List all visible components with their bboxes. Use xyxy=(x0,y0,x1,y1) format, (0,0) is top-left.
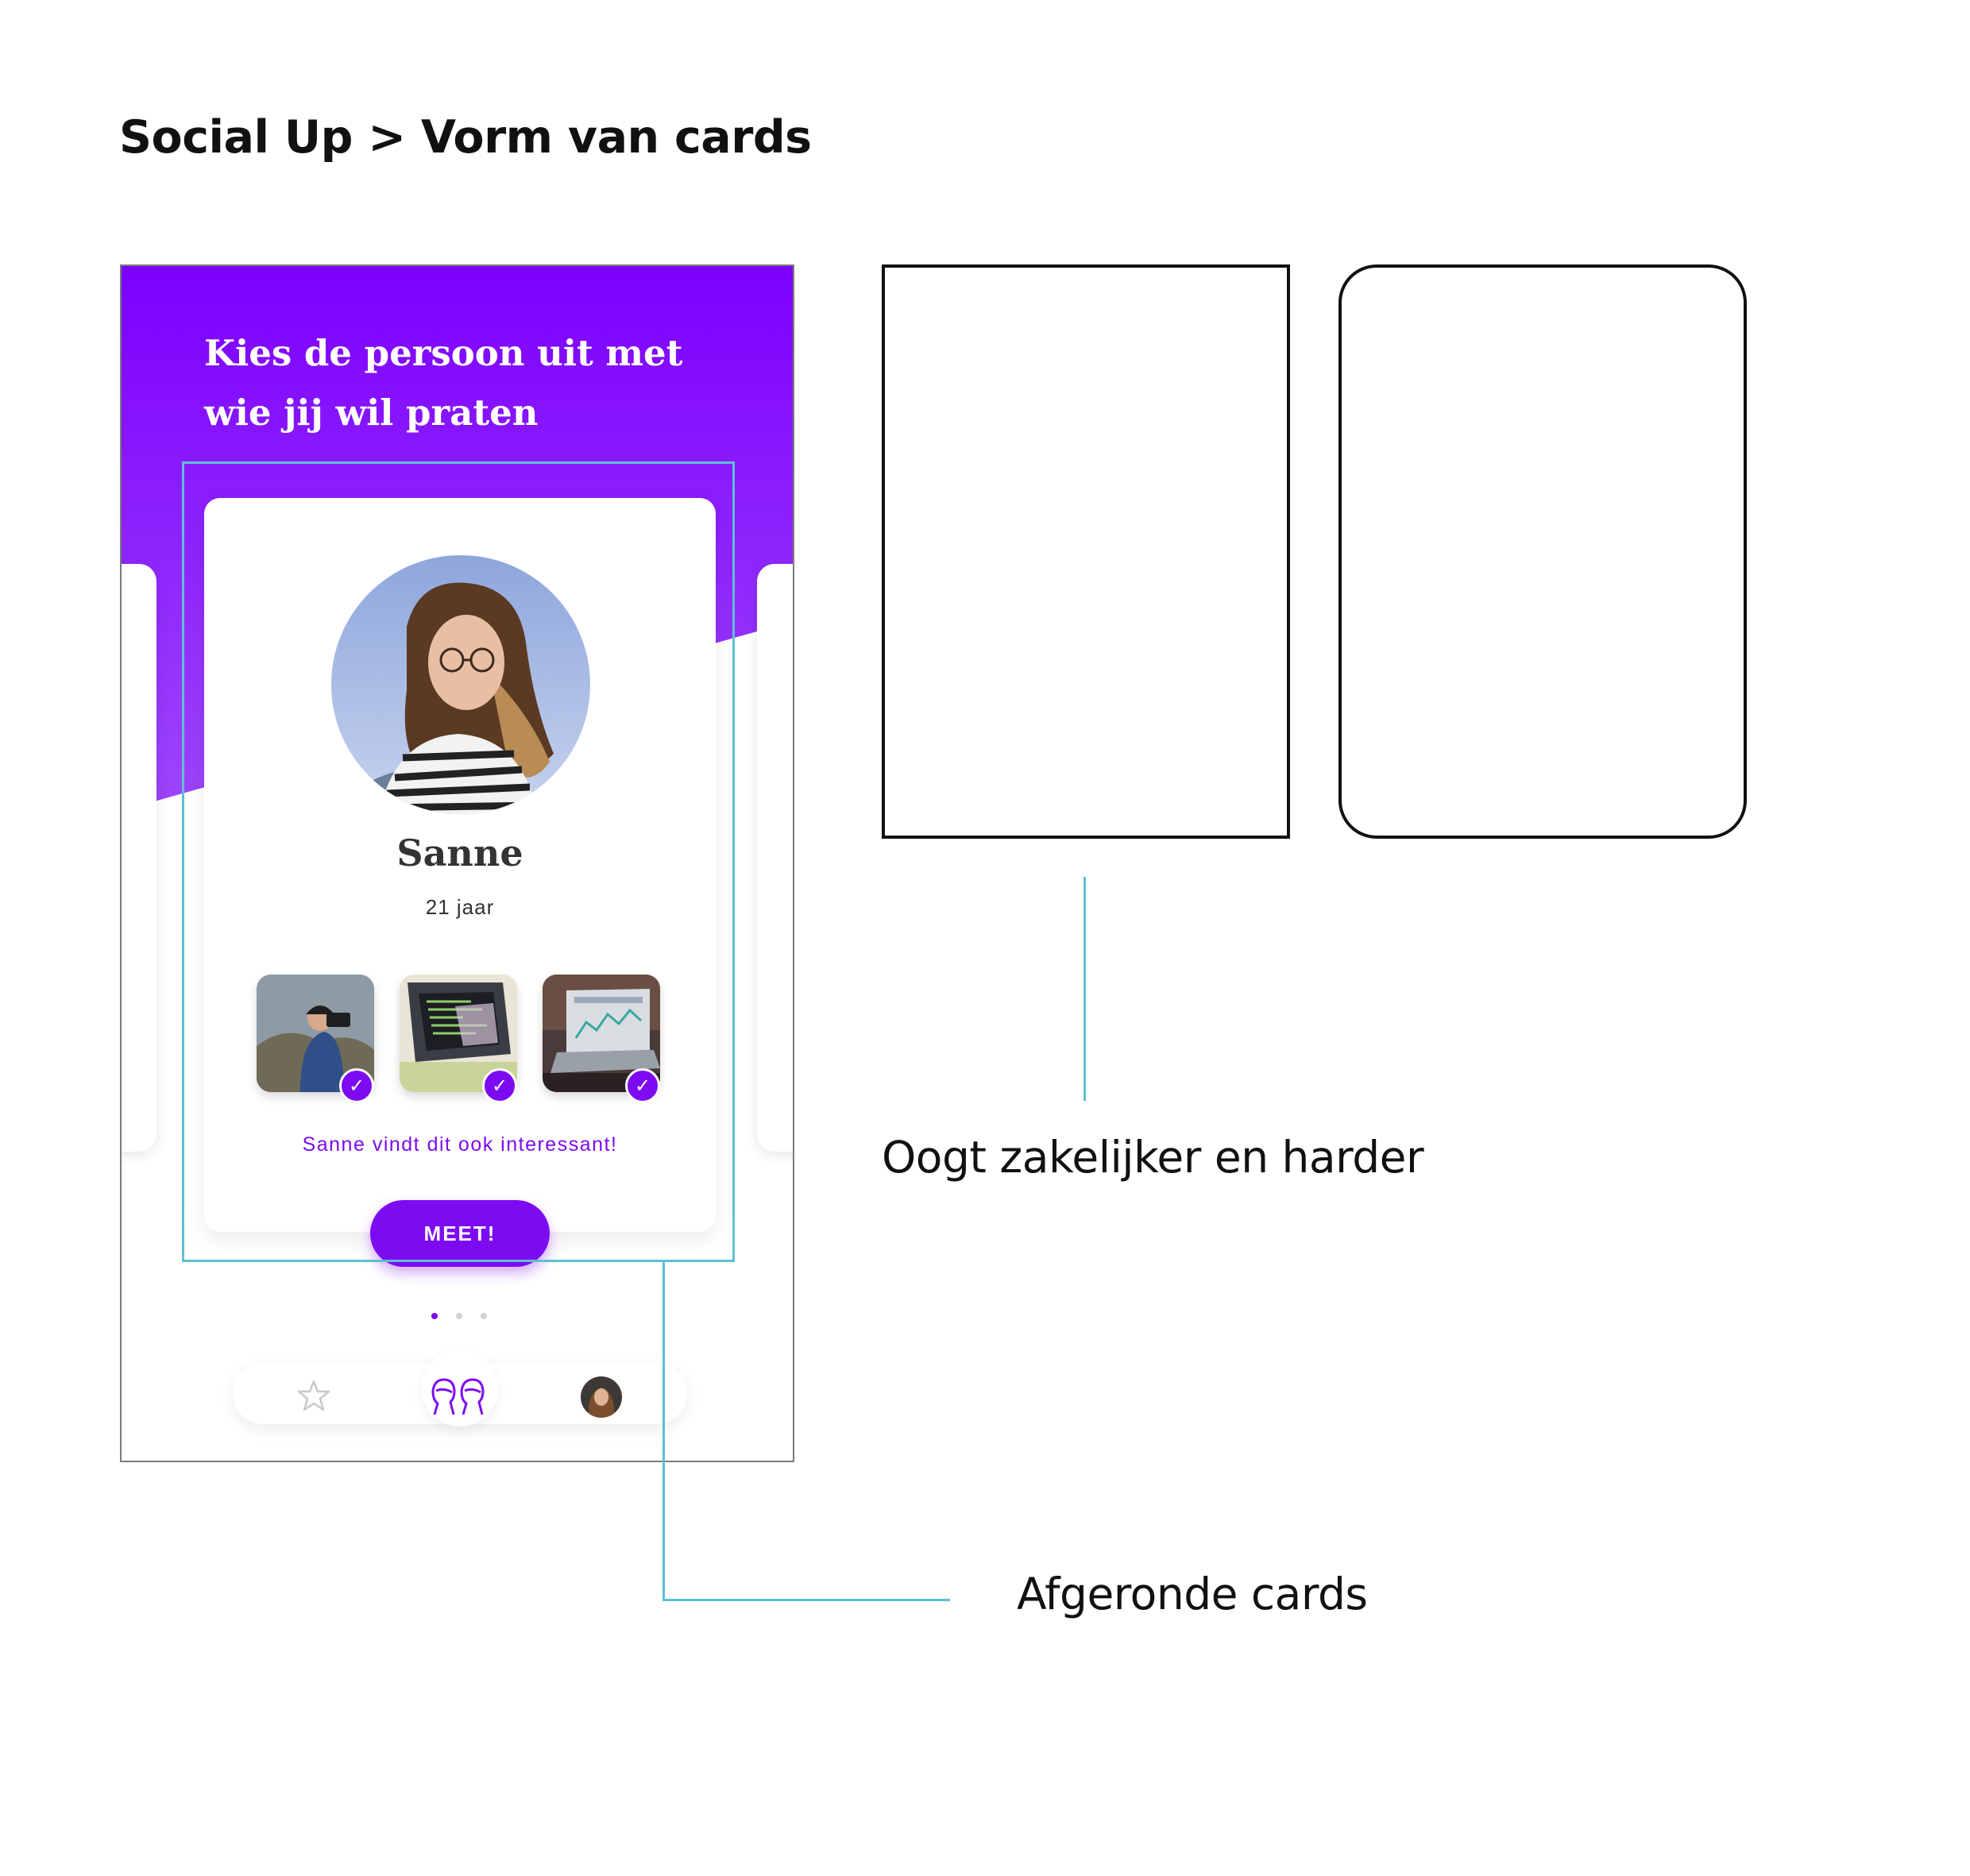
profile-card[interactable]: Sanne 21 jaar ✓ ✓ ✓ Sanne vindt dit ook … xyxy=(204,498,716,1232)
check-icon: ✓ xyxy=(482,1068,517,1103)
pagination-dot[interactable] xyxy=(456,1313,462,1319)
profile-photo xyxy=(331,555,590,814)
interest-photography[interactable]: ✓ xyxy=(257,975,374,1103)
mutual-interest-text: Sanne vindt dit ook interessant! xyxy=(302,1133,618,1156)
profile-avatar[interactable] xyxy=(581,1376,622,1418)
profile-name: Sanne xyxy=(396,832,523,874)
prompt-line-2: wie jij wil praten xyxy=(204,392,539,434)
square-card-example xyxy=(882,264,1290,839)
meet-button[interactable]: MEET! xyxy=(370,1200,550,1267)
prompt-line-1: Kies de persoon uit met xyxy=(204,332,683,374)
check-icon: ✓ xyxy=(339,1068,374,1103)
annotation-line xyxy=(1084,877,1086,1101)
prompt-heading: Kies de persoon uit met wie jij wil prat… xyxy=(204,323,713,442)
people-icon[interactable] xyxy=(428,1373,489,1418)
square-card-label: Oogt zakelijker en harder xyxy=(882,1132,1424,1183)
annotation-line xyxy=(662,1599,950,1601)
interest-coding[interactable]: ✓ xyxy=(400,975,517,1103)
pagination-dot-active[interactable] xyxy=(431,1313,438,1319)
interest-data[interactable]: ✓ xyxy=(543,975,660,1103)
next-card[interactable] xyxy=(757,564,793,1152)
check-icon: ✓ xyxy=(625,1068,660,1103)
phone-screen: Kies de persoon uit met wie jij wil prat… xyxy=(120,264,794,1462)
previous-card[interactable] xyxy=(122,564,156,1152)
annotation-line xyxy=(662,1261,665,1601)
page-title: Social Up > Vorm van cards xyxy=(119,111,812,164)
star-icon[interactable] xyxy=(295,1376,333,1415)
rounded-card-label: Afgeronde cards xyxy=(1017,1569,1368,1619)
profile-age: 21 jaar xyxy=(425,895,495,919)
pagination-dot[interactable] xyxy=(481,1313,487,1319)
rounded-card-example xyxy=(1338,264,1747,839)
